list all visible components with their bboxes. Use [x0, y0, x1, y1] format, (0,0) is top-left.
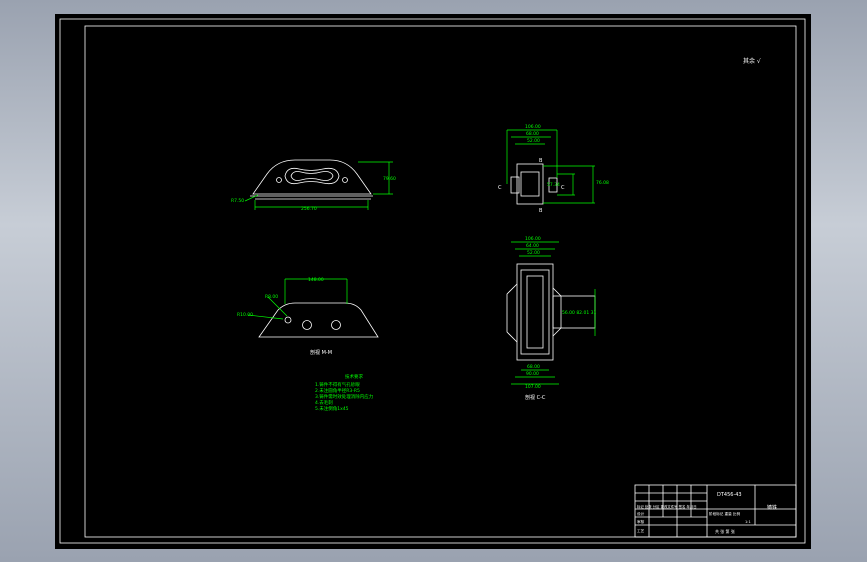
- dim-r10: R10.00: [237, 312, 253, 318]
- dim-tr-w1: 106.00: [525, 124, 541, 130]
- roughness-note: 其余 √: [743, 57, 761, 65]
- dim-tr-w2: 68.00: [526, 131, 539, 137]
- label-section-m: 剖视 M-M: [310, 349, 332, 356]
- label-b-top: B: [539, 158, 543, 164]
- tech-note-3: 3.铸件需时效处理消除内应力: [315, 393, 374, 400]
- tb-stage: 阶段标记 重量 比例: [709, 511, 740, 516]
- outer-border: [59, 18, 806, 544]
- dim-height: 79.60: [383, 176, 396, 182]
- view-top-right: 76.08 57.34 106.00 68.00 52.00 B B C C: [498, 124, 609, 214]
- dim-tr-w3: 52.00: [527, 138, 540, 144]
- dim-br-b1: 68.00: [527, 364, 540, 370]
- dim-br-w2: 64.00: [526, 243, 539, 249]
- material-cell: 铸铁: [767, 504, 777, 511]
- title-block: DT456-43 铸铁 标记 处数 分区 更改文件号 签名 年月日 设计 审核 …: [634, 484, 797, 538]
- dim-br-b2: 90.00: [526, 371, 539, 377]
- inner-border: [84, 25, 797, 538]
- label-c-right: C: [561, 185, 565, 191]
- tech-requirements: 技术要求 1.铸件不得有气孔砂眼 2.未注圆角半径R3-R5 3.铸件需时效处理…: [315, 373, 374, 412]
- tb-row-4: 工艺: [637, 528, 645, 533]
- dim-width: 256.70: [301, 206, 317, 212]
- cad-viewport[interactable]: 其余 √ 256.70 79.60 R7.50 148.00 R8.00 R10…: [55, 14, 811, 549]
- dim-br-h: 56.00 82.01 31: [562, 310, 596, 316]
- tb-row-2: 设计: [637, 511, 645, 516]
- view-bottom-left: 148.00 R8.00 R10.00 剖视 M-M: [237, 277, 379, 356]
- tech-note-1: 1.铸件不得有气孔砂眼: [315, 381, 360, 388]
- dim-span: 148.00: [308, 277, 324, 283]
- tech-note-5: 5.未注倒角1x45: [315, 405, 349, 412]
- dim-br-b3: 107.00: [525, 384, 541, 390]
- dim-h2: 76.08: [596, 180, 609, 186]
- tb-row-1: 标记 处数 分区 更改文件号 签名 年月日: [637, 504, 697, 509]
- tech-title: 技术要求: [345, 373, 363, 380]
- drawing-number: DT456-43: [717, 492, 742, 498]
- label-section-c: 剖视 C-C: [525, 394, 546, 401]
- label-b-bottom: B: [539, 208, 543, 214]
- view-top-left: 256.70 79.60 R7.50: [231, 159, 396, 212]
- dim-h1: 57.34: [547, 182, 560, 188]
- drawing-canvas[interactable]: 其余 √ 256.70 79.60 R7.50 148.00 R8.00 R10…: [55, 14, 811, 549]
- tech-note-4: 4.去毛刺: [315, 399, 333, 406]
- tb-sheet-info: 共 张 第 张: [715, 528, 735, 534]
- tech-note-2: 2.未注圆角半径R3-R5: [315, 387, 360, 394]
- tb-scale: 1:1: [745, 520, 751, 524]
- tb-row-3: 审核: [637, 519, 645, 524]
- part-outline: [252, 159, 372, 195]
- dim-br-w3: 52.00: [527, 250, 540, 256]
- dim-radius: R7.50: [231, 198, 244, 204]
- dim-r8: R8.00: [265, 294, 278, 300]
- view-bottom-right: 106.00 64.00 52.00 68.00 90.00 107.00 56…: [506, 236, 596, 401]
- label-c-left: C: [498, 185, 502, 191]
- dim-br-w1: 106.00: [525, 236, 541, 242]
